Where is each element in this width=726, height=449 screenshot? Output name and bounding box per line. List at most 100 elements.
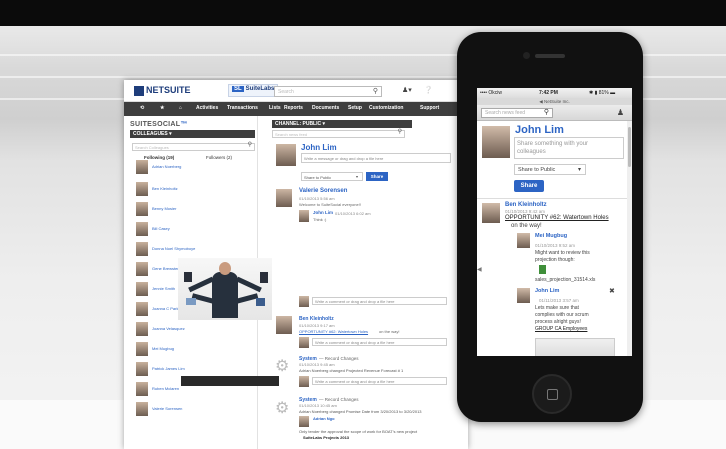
scroll-left-arrow[interactable]: ◀ — [477, 266, 482, 273]
mobile-share-select[interactable]: Share to Public ▾ — [514, 164, 586, 175]
avatar — [136, 342, 148, 356]
back-icon[interactable]: ⟲ — [140, 105, 144, 111]
attachment-link[interactable]: sales_projection_31514.xls — [535, 277, 595, 283]
composer-name: John Lim — [301, 143, 337, 152]
post-time: 01/10/2013 9:42 am — [505, 209, 546, 214]
avatar — [136, 382, 148, 396]
colleague-item[interactable]: Donna Noel Shymoboye — [136, 242, 254, 258]
colleague-item[interactable]: Mei Mugbug — [136, 342, 254, 358]
gear-icon: ⚙ — [275, 358, 290, 375]
mobile-share-button[interactable]: Share — [514, 180, 544, 192]
reply-time: 01/11/2013 3:57 am — [539, 298, 579, 303]
reply-author[interactable]: Adrian Ngo — [313, 416, 335, 421]
avatar — [136, 242, 148, 256]
feed-search-input[interactable]: Search news feed ⚲ — [272, 129, 405, 138]
news-feed-column: CHANNEL: PUBLIC ▾ Search news feed ⚲ John… — [269, 116, 468, 449]
post-author[interactable]: Ben Kleinholtz — [299, 316, 334, 322]
speaker — [535, 54, 565, 58]
comment-input[interactable]: Write a comment or drag and drop a file … — [312, 377, 447, 385]
nav-customization[interactable]: Customization — [369, 105, 403, 111]
colleague-search-input[interactable]: Search Colleagues ⚲ — [132, 142, 255, 151]
nav-activities[interactable]: Activities — [196, 105, 218, 111]
avatar — [299, 337, 309, 348]
suitelabs-logo[interactable]: SL SuiteLabs — [228, 84, 279, 97]
colleague-item[interactable]: Valerie Sorensen — [136, 402, 254, 418]
group-link[interactable]: GROUP CA Employees — [535, 326, 587, 332]
avatar — [136, 160, 148, 174]
mobile-search-input[interactable]: Search news feed ⚲ — [481, 108, 553, 118]
close-icon[interactable]: ✖ — [609, 287, 615, 295]
post-time: 01/10/2013 10:45 am — [299, 403, 337, 408]
opportunity-link[interactable]: OPPORTUNITY #62: Watertown Holes — [299, 329, 368, 334]
search-icon[interactable]: ⚲ — [373, 87, 378, 97]
star-icon[interactable]: ★ — [160, 105, 164, 111]
avatar — [299, 296, 309, 307]
nav-lists[interactable]: Lists — [269, 105, 281, 111]
post-text: Welcome to SuiteSocial everyone!! — [299, 202, 361, 207]
footer-bar — [181, 376, 279, 386]
avatar — [136, 282, 148, 296]
reply-author[interactable]: John Lim — [535, 288, 559, 294]
netsuite-logo[interactable]: NETSUITE — [134, 85, 191, 96]
top-black-banner — [0, 0, 726, 26]
colleague-item[interactable]: Benny Mosier — [136, 202, 254, 218]
post-photo[interactable] — [178, 258, 272, 320]
share-to-select[interactable]: Share to Public ▾ — [301, 172, 363, 181]
reply-text: process alright guys! — [535, 319, 581, 325]
nav-setup[interactable]: Setup — [348, 105, 362, 111]
scrollbar[interactable] — [627, 121, 632, 356]
reply-author[interactable]: John Lim — [313, 210, 333, 215]
reply-text: Think :) — [313, 217, 327, 222]
clock: 7:42 PM — [539, 90, 558, 96]
colleague-item[interactable]: Joanna Velasquez — [136, 322, 254, 338]
mobile-toolbar: Search news feed ⚲ ♟ — [477, 105, 632, 121]
home-icon[interactable]: ⌂ — [179, 105, 182, 111]
global-search-input[interactable]: Search ⚲ — [274, 86, 382, 97]
battery-status: ✱ ▮ 81% ▬ — [589, 90, 616, 96]
nav-support[interactable]: Support — [420, 105, 439, 111]
comment-input[interactable]: Write a comment or drag and drop a file … — [312, 338, 447, 346]
url-bar[interactable]: ◀ NetSuite Inc. — [477, 98, 632, 105]
avatar — [299, 416, 309, 427]
comment-input[interactable]: Write a comment or drag and drop a file … — [312, 297, 447, 305]
project-label: SuiteLabs Projects 2013 — [303, 435, 350, 440]
colleague-item[interactable]: Ben Kleinholtz — [136, 182, 254, 198]
user-icon[interactable]: ♟ — [617, 108, 624, 117]
camera — [523, 52, 530, 59]
avatar — [136, 402, 148, 416]
composer-name: John Lim — [515, 124, 564, 136]
nav-transactions[interactable]: Transactions — [227, 105, 258, 111]
post-author[interactable]: Ben Kleinholtz — [505, 202, 547, 208]
mobile-composer-input[interactable]: Share something with your colleagues — [514, 137, 624, 159]
search-icon[interactable]: ⚲ — [544, 108, 549, 117]
post-text: Adrian Noerberg changed Projected Revenu… — [299, 368, 404, 373]
channel-dropdown[interactable]: CHANNEL: PUBLIC ▾ — [272, 120, 412, 128]
search-icon[interactable]: ⚲ — [398, 129, 402, 136]
avatar — [136, 222, 148, 236]
attachment-preview[interactable] — [535, 338, 615, 356]
status-bar: •••• Okciw 7:42 PM ✱ ▮ 81% ▬ — [477, 88, 632, 98]
recent-records-icon[interactable]: ♟▾ — [402, 86, 412, 94]
nav-documents[interactable]: Documents — [312, 105, 339, 111]
colleague-item[interactable]: Bill Casey — [136, 222, 254, 238]
phone-screen: •••• Okciw 7:42 PM ✱ ▮ 81% ▬ ◀ NetSuite … — [477, 88, 632, 356]
share-button[interactable]: Share — [366, 172, 388, 181]
reply-author[interactable]: Mei Mugbug — [535, 233, 567, 239]
colleagues-dropdown[interactable]: COLLEAGUES ▾ — [130, 130, 255, 138]
home-button[interactable] — [532, 374, 572, 414]
avatar — [299, 210, 309, 222]
colleague-item[interactable]: Adrian Noerberg — [136, 160, 254, 176]
spreadsheet-file-icon[interactable] — [539, 265, 546, 274]
post-author[interactable]: Valerie Sorensen — [299, 188, 347, 194]
post-text: Adrian Noerberg changed Promise Date fro… — [299, 409, 422, 414]
search-icon[interactable]: ⚲ — [248, 142, 252, 149]
nav-reports[interactable]: Reports — [284, 105, 303, 111]
avatar — [136, 362, 148, 376]
avatar — [136, 262, 148, 276]
avatar — [299, 376, 309, 387]
avatar — [482, 203, 500, 223]
opportunity-link[interactable]: OPPORTUNITY #62: Watertown Holes — [505, 215, 609, 221]
composer-input[interactable]: Write a message or drag and drop a file … — [301, 153, 451, 163]
help-icon[interactable]: ❔ — [424, 86, 433, 94]
reply-text: Might want to review this — [535, 250, 590, 256]
